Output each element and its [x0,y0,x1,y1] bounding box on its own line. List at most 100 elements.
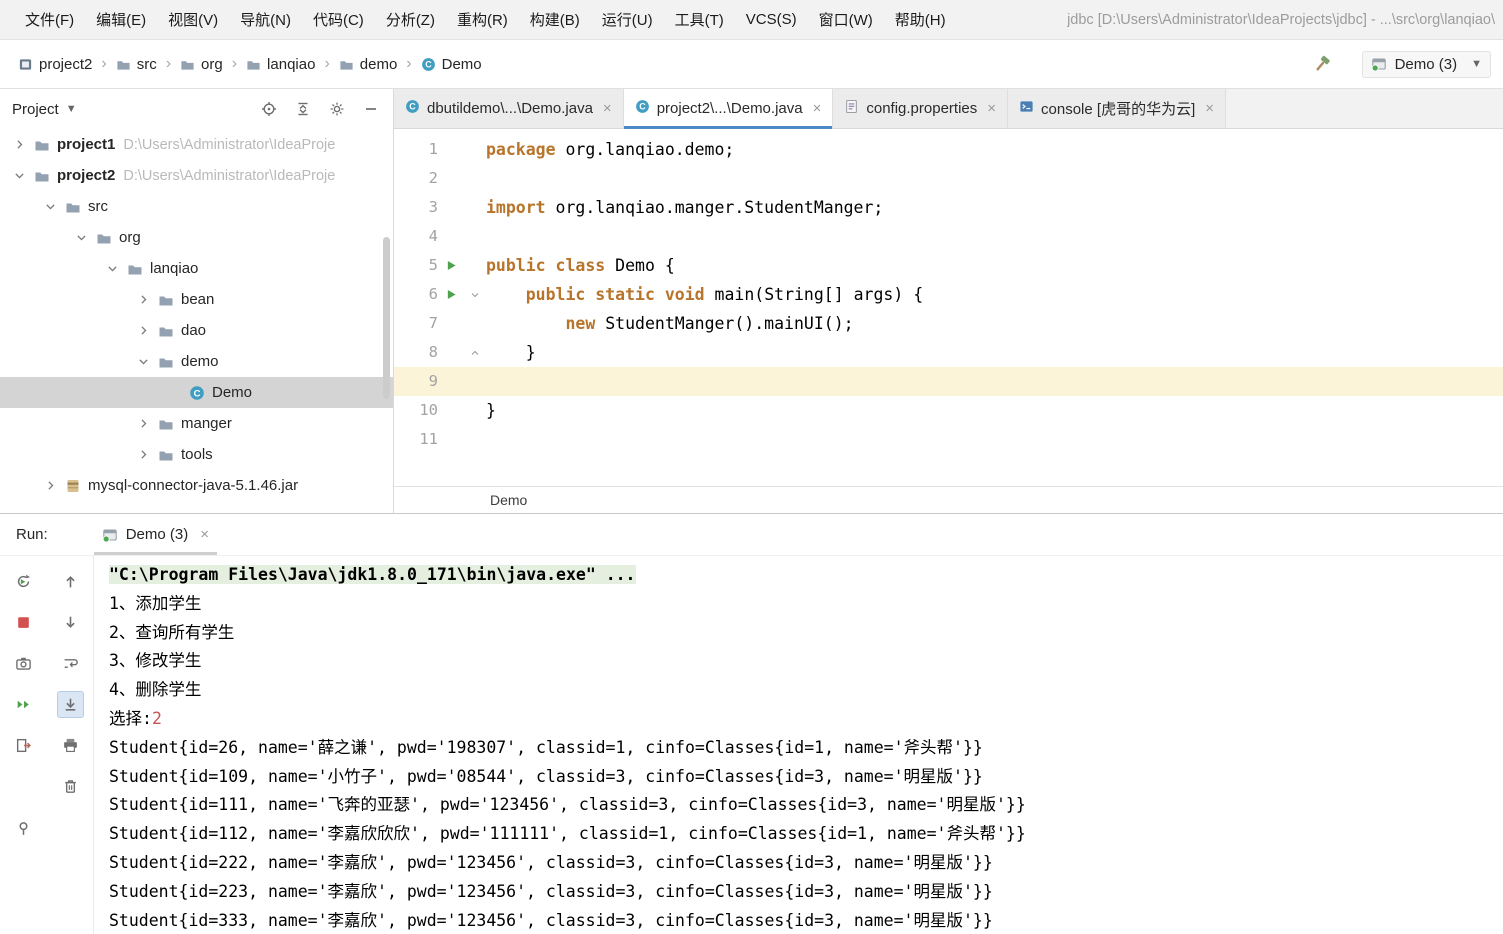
fold-gutter [464,367,486,396]
up-arrow-icon[interactable] [57,568,84,595]
code-line[interactable]: 8 } [394,338,1503,367]
editor-tab[interactable]: Cdbutildemo\...\Demo.java × [394,89,624,128]
chevron-down-icon[interactable] [132,355,154,368]
editor-tab[interactable]: console [虎哥的华为云] × [1008,89,1227,128]
menu-item[interactable]: 运行(U) [591,9,664,30]
code-line[interactable]: 10} [394,396,1503,425]
menu-item[interactable]: 文件(F) [14,9,85,30]
chevron-right-icon[interactable] [132,324,154,337]
menu-item[interactable]: VCS(S) [735,11,808,28]
code-line[interactable]: 9 [394,367,1503,396]
tree-item-mysql-connector-java-5-1-46-jar[interactable]: mysql-connector-java-5.1.46.jar [0,470,393,501]
code-line[interactable]: 7 new StudentManger().mainUI(); [394,309,1503,338]
scrollbar-thumb[interactable] [383,237,390,399]
code-line[interactable]: 5 public class Demo { [394,251,1503,280]
gutter-space [438,367,464,396]
run-line-icon[interactable] [438,251,464,280]
fold-up-icon[interactable] [464,338,486,367]
breadcrumb-item[interactable]: demo [335,54,402,75]
code-line[interactable]: 2 [394,164,1503,193]
scroll-to-end-icon[interactable] [56,691,84,718]
editor-tab[interactable]: Cproject2\...\Demo.java × [623,89,834,129]
code-text: new StudentManger().mainUI(); [565,314,854,333]
minimize-icon[interactable] [363,101,379,117]
tree-item-src[interactable]: src [0,191,393,222]
breadcrumb-item[interactable]: project2 [14,54,96,75]
fold-gutter [464,135,486,164]
chevron-right-icon[interactable] [8,138,30,151]
module-icon [18,57,33,72]
chevron-right-icon[interactable] [39,479,61,492]
restart-icon[interactable] [10,691,37,718]
chevron-down-icon[interactable] [8,169,30,182]
menu-item[interactable]: 导航(N) [229,9,302,30]
breadcrumb-item[interactable]: C Demo [417,54,486,75]
collapse-all-icon[interactable] [295,101,311,117]
soft-wrap-icon[interactable] [57,650,84,677]
console-output[interactable]: "C:\Program Files\Java\jdk1.8.0_171\bin\… [94,556,1503,934]
menu-item[interactable]: 工具(T) [664,9,735,30]
exit-icon[interactable] [10,732,37,759]
code-line[interactable]: 1 package org.lanqiao.demo; [394,135,1503,164]
menu-item[interactable]: 编辑(E) [85,9,157,30]
code-line[interactable]: 4 [394,222,1503,251]
print-icon[interactable] [57,732,84,759]
project-panel-title[interactable]: Project ▼ [12,101,77,118]
code-line[interactable]: 6 public static void main(String[] args)… [394,280,1503,309]
chevron-down-icon[interactable] [39,200,61,213]
chevron-right-icon[interactable] [132,417,154,430]
menu-item[interactable]: 视图(V) [157,9,229,30]
tree-item-demo[interactable]: demo [0,346,393,377]
fold-down-icon[interactable] [464,280,486,309]
menu-item[interactable]: 构建(B) [519,9,591,30]
tree-item-dao[interactable]: dao [0,315,393,346]
chevron-right-icon[interactable] [132,293,154,306]
code-line[interactable]: 3 import org.lanqiao.manger.StudentManger… [394,193,1503,222]
editor-tab[interactable]: config.properties × [833,89,1009,128]
tree-item-label: Demo [212,384,253,401]
code-editor[interactable]: 1 package org.lanqiao.demo; 2 3 import org.l… [394,129,1503,486]
menu-item[interactable]: 窗口(W) [808,9,884,30]
target-icon[interactable] [261,101,277,117]
tree-item-project2[interactable]: project2 D:\Users\Administrator\IdeaProje [0,160,393,191]
close-icon[interactable]: × [603,100,612,117]
rerun-icon[interactable] [10,568,37,595]
down-arrow-icon[interactable] [57,609,84,636]
close-icon[interactable]: × [200,526,209,543]
menu-item[interactable]: 重构(R) [446,9,519,30]
chevron-down-icon[interactable] [70,231,92,244]
editor-breadcrumb-item[interactable]: Demo [490,492,527,508]
breadcrumb-item[interactable]: src [112,54,161,75]
thread-dump-icon[interactable] [10,650,37,677]
close-icon[interactable]: × [987,100,996,117]
clear-icon[interactable] [57,773,84,800]
tree-item-manger[interactable]: manger [0,408,393,439]
breadcrumb-item[interactable]: org [176,54,227,75]
pin-icon[interactable] [10,815,37,842]
run-tab[interactable]: Demo (3) × [93,514,218,555]
tree-item-project1[interactable]: project1 D:\Users\Administrator\IdeaProje [0,129,393,160]
menu-item[interactable]: 代码(C) [302,9,375,30]
close-icon[interactable]: × [813,100,822,117]
chevron-right-icon[interactable] [132,448,154,461]
tree-item-org[interactable]: org [0,222,393,253]
gear-icon[interactable] [329,101,345,117]
menu-item[interactable]: 分析(Z) [375,9,446,30]
close-icon[interactable]: × [1205,100,1214,117]
tree-item-label: mysql-connector-java-5.1.46.jar [88,477,299,494]
tree-item-lanqiao[interactable]: lanqiao [0,253,393,284]
stop-icon[interactable] [10,609,37,636]
run-line-icon[interactable] [438,280,464,309]
run-config-selector[interactable]: Demo (3) ▼ [1361,50,1491,78]
code-text: import org.lanqiao.manger.StudentManger; [486,198,884,217]
chevron-down-icon[interactable] [101,262,123,275]
tree-item-bean[interactable]: bean [0,284,393,315]
breadcrumb-item[interactable]: lanqiao [242,54,319,75]
tree-item-demo[interactable]: C Demo [0,377,393,408]
gutter-space [438,164,464,193]
tree-item-tools[interactable]: tools [0,439,393,470]
menu-item[interactable]: 帮助(H) [884,9,957,30]
code-line[interactable]: 11 [394,425,1503,454]
project-panel-toolbar [261,101,379,117]
build-hammer-icon[interactable] [1312,54,1332,74]
